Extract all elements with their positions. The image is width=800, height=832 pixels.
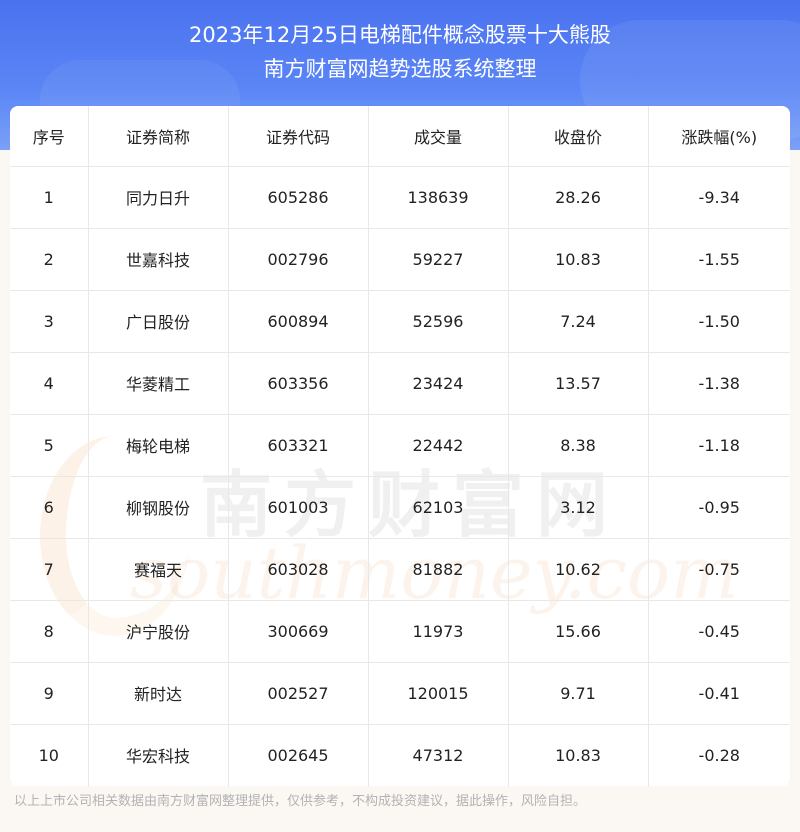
cell-name: 赛福天 bbox=[88, 538, 229, 601]
cell-index: 7 bbox=[10, 538, 89, 601]
cell-volume: 52596 bbox=[368, 290, 509, 353]
table-row: 1 同力日升 605286 138639 28.26 -9.34 bbox=[10, 166, 790, 229]
cell-change: -1.55 bbox=[648, 228, 790, 291]
cell-code: 603028 bbox=[228, 538, 369, 601]
column-header-close: 收盘价 bbox=[508, 106, 649, 167]
cell-close: 3.12 bbox=[508, 476, 649, 539]
cell-index: 2 bbox=[10, 228, 89, 291]
cell-code: 300669 bbox=[228, 600, 369, 663]
table-row: 3 广日股份 600894 52596 7.24 -1.50 bbox=[10, 290, 790, 353]
column-header-name: 证券简称 bbox=[88, 106, 229, 167]
table-row: 9 新时达 002527 120015 9.71 -0.41 bbox=[10, 662, 790, 725]
cell-name: 新时达 bbox=[88, 662, 229, 725]
column-header-index: 序号 bbox=[10, 106, 89, 167]
cell-index: 6 bbox=[10, 476, 89, 539]
cell-close: 7.24 bbox=[508, 290, 649, 353]
cell-volume: 11973 bbox=[368, 600, 509, 663]
cell-name: 沪宁股份 bbox=[88, 600, 229, 663]
cell-name: 华宏科技 bbox=[88, 724, 229, 786]
cell-close: 10.62 bbox=[508, 538, 649, 601]
cell-change: -0.75 bbox=[648, 538, 790, 601]
cell-index: 3 bbox=[10, 290, 89, 353]
cell-volume: 22442 bbox=[368, 414, 509, 477]
table-header-row: 序号 证券简称 证券代码 成交量 收盘价 涨跌幅(%) bbox=[10, 106, 790, 167]
cell-volume: 47312 bbox=[368, 724, 509, 786]
cell-index: 4 bbox=[10, 352, 89, 415]
stock-table: 序号 证券简称 证券代码 成交量 收盘价 涨跌幅(%) 1 同力日升 605286 138639… bbox=[10, 106, 790, 786]
cell-change: -0.95 bbox=[648, 476, 790, 539]
cell-change: -1.38 bbox=[648, 352, 790, 415]
table-row: 5 梅轮电梯 603321 22442 8.38 -1.18 bbox=[10, 414, 790, 477]
cell-volume: 138639 bbox=[368, 166, 509, 229]
column-header-code: 证券代码 bbox=[228, 106, 369, 167]
cell-close: 10.83 bbox=[508, 228, 649, 291]
cell-code: 002796 bbox=[228, 228, 369, 291]
cell-code: 002645 bbox=[228, 724, 369, 786]
cell-code: 600894 bbox=[228, 290, 369, 353]
cell-close: 15.66 bbox=[508, 600, 649, 663]
table-row: 4 华菱精工 603356 23424 13.57 -1.38 bbox=[10, 352, 790, 415]
cell-index: 8 bbox=[10, 600, 89, 663]
cell-code: 603356 bbox=[228, 352, 369, 415]
page-subtitle: 南方财富网趋势选股系统整理 bbox=[263, 57, 537, 81]
cell-close: 9.71 bbox=[508, 662, 649, 725]
cell-change: -9.34 bbox=[648, 166, 790, 229]
cell-change: -1.50 bbox=[648, 290, 790, 353]
table-row: 2 世嘉科技 002796 59227 10.83 -1.55 bbox=[10, 228, 790, 291]
cell-change: -0.41 bbox=[648, 662, 790, 725]
cell-code: 601003 bbox=[228, 476, 369, 539]
cell-code: 002527 bbox=[228, 662, 369, 725]
cell-volume: 23424 bbox=[368, 352, 509, 415]
table-row: 6 柳钢股份 601003 62103 3.12 -0.95 bbox=[10, 476, 790, 539]
disclaimer: 以上上市公司相关数据由南方财富网整理提供，仅供参考，不构成投资建议，据此操作，风… bbox=[14, 794, 587, 809]
cell-close: 8.38 bbox=[508, 414, 649, 477]
cell-change: -0.45 bbox=[648, 600, 790, 663]
cell-name: 广日股份 bbox=[88, 290, 229, 353]
cell-name: 华菱精工 bbox=[88, 352, 229, 415]
page-title: 2023年12月25日电梯配件概念股票十大熊股 bbox=[189, 23, 611, 47]
cell-change: -0.28 bbox=[648, 724, 790, 786]
cell-close: 13.57 bbox=[508, 352, 649, 415]
column-header-volume: 成交量 bbox=[368, 106, 509, 167]
cell-index: 10 bbox=[10, 724, 89, 786]
table-row: 7 赛福天 603028 81882 10.62 -0.75 bbox=[10, 538, 790, 601]
table-card: 南方财富网 southmoney.com 序号 证券简称 证券代码 成交量 收盘价 涨跌幅… bbox=[10, 106, 790, 786]
cell-index: 5 bbox=[10, 414, 89, 477]
column-header-change: 涨跌幅(%) bbox=[648, 106, 790, 167]
cell-volume: 120015 bbox=[368, 662, 509, 725]
cell-index: 1 bbox=[10, 166, 89, 229]
cell-close: 28.26 bbox=[508, 166, 649, 229]
cell-name: 梅轮电梯 bbox=[88, 414, 229, 477]
cell-index: 9 bbox=[10, 662, 89, 725]
cell-name: 同力日升 bbox=[88, 166, 229, 229]
table-body: 1 同力日升 605286 138639 28.26 -9.34 2 世嘉科技 002796 59… bbox=[10, 166, 790, 786]
cell-volume: 81882 bbox=[368, 538, 509, 601]
cell-name: 世嘉科技 bbox=[88, 228, 229, 291]
cell-name: 柳钢股份 bbox=[88, 476, 229, 539]
cell-code: 603321 bbox=[228, 414, 369, 477]
table-row: 10 华宏科技 002645 47312 10.83 -0.28 bbox=[10, 724, 790, 786]
table-row: 8 沪宁股份 300669 11973 15.66 -0.45 bbox=[10, 600, 790, 663]
cell-close: 10.83 bbox=[508, 724, 649, 786]
cell-change: -1.18 bbox=[648, 414, 790, 477]
cell-volume: 62103 bbox=[368, 476, 509, 539]
cell-code: 605286 bbox=[228, 166, 369, 229]
cell-volume: 59227 bbox=[368, 228, 509, 291]
